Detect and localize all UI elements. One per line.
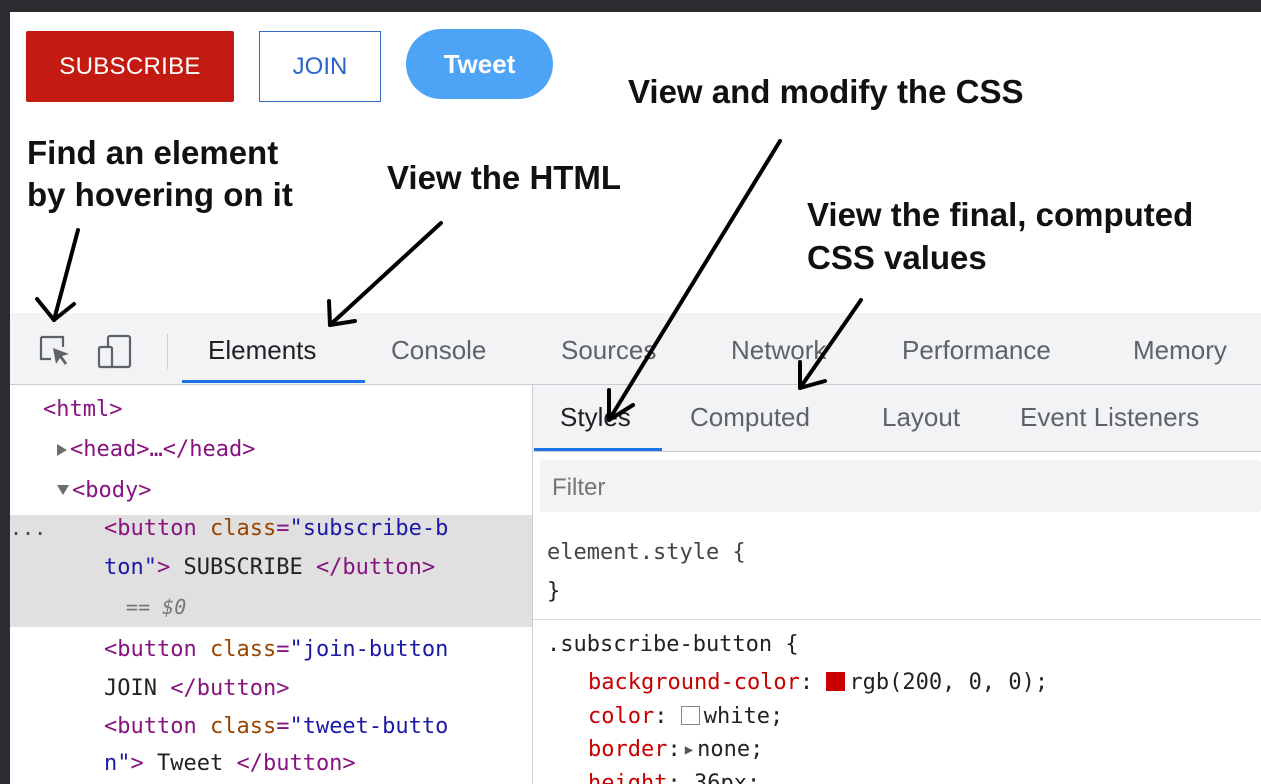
- declaration-color[interactable]: color: white;: [588, 704, 783, 729]
- color-swatch-icon[interactable]: [826, 672, 846, 691]
- tag-close: >: [130, 751, 144, 776]
- styles-pane: Styles Computed Layout Event Listeners e…: [533, 385, 1261, 784]
- arrow-view-html: [328, 221, 443, 327]
- subtab-computed[interactable]: Computed: [690, 402, 810, 433]
- attr-value: "tweet-butto: [289, 714, 449, 739]
- css-value[interactable]: white;: [704, 704, 783, 729]
- declaration-border[interactable]: border: ▶ none;: [588, 737, 763, 762]
- html-tag: <html>: [43, 397, 123, 422]
- node-text: SUBSCRIBE: [170, 555, 316, 580]
- tab-performance[interactable]: Performance: [902, 335, 1051, 366]
- screenshot-canvas: SUBSCRIBE JOIN Tweet View and modify the…: [10, 12, 1261, 784]
- subscribe-button-node-line2[interactable]: ton"> SUBSCRIBE </button>: [104, 555, 435, 580]
- head-node[interactable]: <head>…</head>: [56, 437, 255, 462]
- button-tag: <button: [104, 714, 210, 739]
- node-text: Tweet: [143, 751, 237, 776]
- css-property[interactable]: border: [588, 737, 667, 762]
- attr-value-cont: n": [104, 751, 131, 776]
- rule-selector[interactable]: .subscribe-button {: [547, 632, 799, 657]
- tab-elements[interactable]: Elements: [208, 335, 316, 366]
- attr-value-cont: ton": [104, 555, 157, 580]
- body-tag: <body>: [72, 478, 152, 503]
- inspect-element-icon[interactable]: [38, 334, 72, 368]
- button-close-tag: </button>: [236, 751, 356, 776]
- collapse-triangle-icon[interactable]: [56, 484, 70, 496]
- subscribe-button-node-line1[interactable]: <button class="subscribe-b: [104, 516, 448, 541]
- expand-triangle-icon[interactable]: [56, 443, 68, 457]
- annotation-view-css: View and modify the CSS: [628, 73, 1024, 110]
- active-tab-indicator: [182, 380, 365, 383]
- subtab-styles[interactable]: Styles: [560, 402, 631, 433]
- elements-panel: <html> <head>…</head> <body> ... <button…: [10, 385, 533, 784]
- filter-box: [540, 460, 1261, 512]
- attr-name: class: [209, 714, 277, 739]
- join-button-node-line1[interactable]: <button class="join-button: [104, 637, 448, 662]
- tweet-button-node-line1[interactable]: <button class="tweet-butto: [104, 714, 448, 739]
- toolbar-separator: [167, 334, 168, 369]
- tweet-button-node-line2[interactable]: n"> Tweet </button>: [104, 751, 356, 776]
- css-property[interactable]: color: [588, 704, 654, 729]
- tab-memory[interactable]: Memory: [1133, 335, 1227, 366]
- body-node[interactable]: <body>: [56, 478, 151, 503]
- subscribe-button[interactable]: SUBSCRIBE: [26, 31, 234, 102]
- button-close-tag: </button>: [315, 555, 436, 580]
- join-button-node-line2[interactable]: JOIN </button>: [104, 676, 289, 701]
- css-value[interactable]: 36px;: [694, 771, 760, 784]
- attr-value: "subscribe-b: [289, 516, 449, 541]
- css-property[interactable]: background-color: [588, 670, 800, 695]
- annotation-find-line1: Find an element: [27, 134, 279, 171]
- subtab-layout[interactable]: Layout: [882, 402, 960, 433]
- device-toggle-icon[interactable]: [97, 334, 133, 370]
- dollar-zero: $0: [162, 595, 187, 619]
- declaration-background-color[interactable]: background-color: rgb(200, 0, 0);: [588, 670, 1048, 695]
- attr-name: class: [209, 637, 277, 662]
- html-node[interactable]: <html>: [43, 397, 122, 422]
- declaration-height[interactable]: height: 36px;: [588, 771, 760, 784]
- button-tag: <button: [104, 516, 210, 541]
- subtab-event-listeners[interactable]: Event Listeners: [1020, 402, 1199, 433]
- css-property[interactable]: height: [588, 771, 667, 784]
- active-subtab-indicator: [534, 448, 662, 451]
- attr-value: "join-button: [289, 637, 449, 662]
- css-value[interactable]: none;: [697, 737, 763, 762]
- expand-shorthand-icon[interactable]: ▶: [685, 742, 693, 758]
- element-style-selector[interactable]: element.style {: [547, 540, 746, 565]
- button-tag: <button: [104, 637, 210, 662]
- arrow-find-element: [52, 228, 80, 322]
- join-button[interactable]: JOIN: [259, 31, 381, 102]
- annotation-computed-line1: View the final, computed: [807, 196, 1194, 233]
- rule-separator: [533, 619, 1261, 620]
- annotation-computed-line2: CSS values: [807, 239, 987, 276]
- element-style-close: }: [547, 579, 561, 604]
- tweet-button[interactable]: Tweet: [406, 29, 553, 99]
- tab-sources[interactable]: Sources: [561, 335, 656, 366]
- annotation-view-html: View the HTML: [387, 159, 622, 196]
- css-value[interactable]: rgb(200, 0, 0);: [849, 670, 1048, 695]
- eq-sign: ==: [114, 595, 163, 619]
- head-tag: <head>…</head>: [70, 437, 256, 462]
- tag-close: >: [156, 555, 171, 580]
- color-swatch-icon[interactable]: [680, 706, 700, 725]
- button-close-tag: </button>: [170, 676, 290, 701]
- attr-name: class: [209, 516, 277, 541]
- filter-input[interactable]: [550, 473, 1054, 503]
- tab-network[interactable]: Network: [731, 335, 826, 366]
- selected-node-ref: == $0: [114, 595, 186, 619]
- node-actions-ellipsis[interactable]: ...: [10, 516, 46, 540]
- node-text: JOIN: [104, 676, 171, 701]
- annotation-find-line2: by hovering on it: [27, 176, 293, 213]
- tab-console[interactable]: Console: [391, 335, 486, 366]
